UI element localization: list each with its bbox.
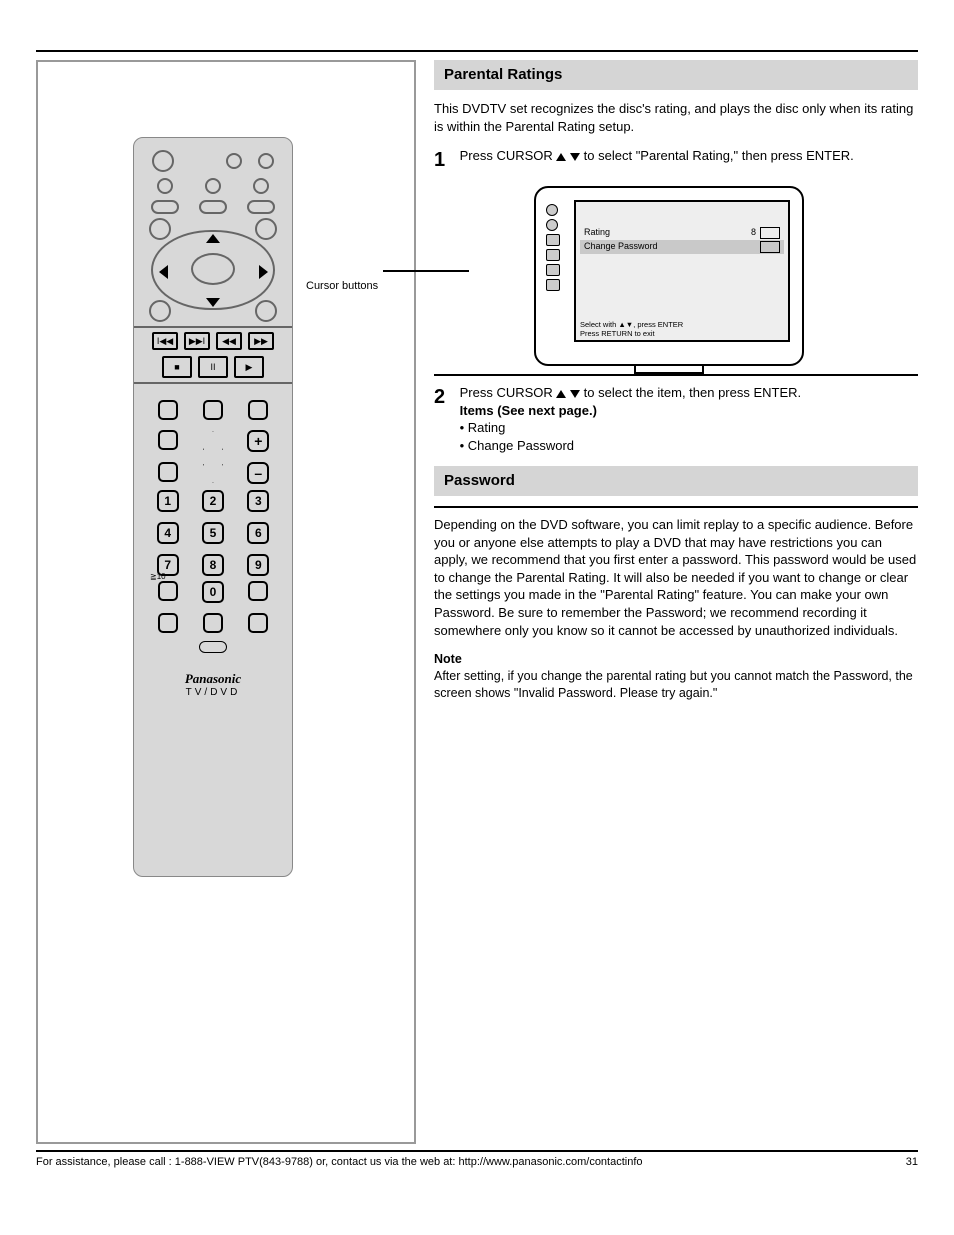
rewind-icon: ◀◀ <box>216 332 242 350</box>
media-controls: I◀◀ ▶▶I ◀◀ ▶▶ ■ II ▶ <box>134 326 292 384</box>
intro-text: This DVDTV set recognizes the disc's rat… <box>434 100 918 135</box>
light-button-icon <box>199 641 227 653</box>
footer-text: For assistance, please call : 1-888-VIEW… <box>36 1156 643 1168</box>
round-button-icon <box>226 153 242 169</box>
menu-icon <box>546 204 558 216</box>
page-number: 31 <box>906 1156 918 1168</box>
skip-next-icon: ▶▶I <box>184 332 210 350</box>
enter-button-icon <box>191 253 235 285</box>
misc-button-icon <box>248 613 268 633</box>
digit-2: 2 <box>202 490 224 512</box>
misc-button-icon <box>203 613 223 633</box>
oval-button-icon <box>151 200 179 214</box>
misc-button-icon <box>158 613 178 633</box>
cursor-up-icon <box>206 234 220 243</box>
digit-8: 8 <box>202 554 224 576</box>
step-2-text: Press CURSOR to select the item, then pr… <box>460 384 918 454</box>
sub-brand-label: TV/DVD <box>144 687 282 698</box>
oval-button-icon <box>199 200 227 214</box>
remote-body: Cursor buttons I◀◀ ▶▶I ◀◀ ▶▶ ■ II ▶ <box>133 137 293 877</box>
pause-icon: II <box>198 356 228 378</box>
fast-forward-icon: ▶▶ <box>248 332 274 350</box>
digit-5: 5 <box>202 522 224 544</box>
brand-label: Panasonic <box>144 671 282 687</box>
skip-prev-icon: I◀◀ <box>152 332 178 350</box>
cursor-down-icon <box>570 390 580 398</box>
step-1-text: Press CURSOR to select "Parental Rating,… <box>460 147 918 165</box>
round-button-icon <box>258 153 274 169</box>
tv-row-rating: Rating 8 <box>580 226 784 240</box>
digit-9: 9 <box>247 554 269 576</box>
volume-up-icon: + <box>247 430 269 452</box>
step-2-number: 2 <box>434 384 456 411</box>
volume-down-icon: – <box>247 462 269 484</box>
menu-icon <box>546 249 560 261</box>
oval-button-icon <box>247 200 275 214</box>
note-heading: Note <box>434 651 918 668</box>
misc-button-icon <box>203 400 223 420</box>
tv-row-change-password: Change Password <box>580 240 784 254</box>
misc-button-icon <box>248 581 268 601</box>
tv-help-text: Select with ▲▼, press ENTER Press RETURN… <box>580 320 784 338</box>
round-button-icon <box>205 178 221 194</box>
digit-6: 6 <box>247 522 269 544</box>
misc-button-icon <box>248 400 268 420</box>
step-1-number: 1 <box>434 147 456 174</box>
digit-4: 4 <box>157 522 179 544</box>
remote-illustration: Cursor buttons I◀◀ ▶▶I ◀◀ ▶▶ ■ II ▶ <box>36 60 416 1144</box>
menu-icon <box>546 279 560 291</box>
power-button-icon <box>152 150 174 172</box>
menu-icon <box>546 219 558 231</box>
channel-up-icon <box>202 430 224 452</box>
cursor-up-icon <box>556 390 566 398</box>
play-icon: ▶ <box>234 356 264 378</box>
digit-0: 0 <box>202 581 224 603</box>
round-button-icon <box>253 178 269 194</box>
menu-icon <box>546 264 560 276</box>
digit-3: 3 <box>247 490 269 512</box>
note-body: After setting, if you change the parenta… <box>434 668 918 702</box>
cursor-left-icon <box>159 265 168 279</box>
menu-icon <box>546 234 560 246</box>
stop-icon: ■ <box>162 356 192 378</box>
password-text: Depending on the DVD software, you can l… <box>434 516 918 639</box>
callout-label: Cursor buttons <box>306 280 378 292</box>
misc-button-icon <box>158 430 178 450</box>
gte10-button-icon <box>158 581 178 601</box>
cursor-right-icon <box>259 265 268 279</box>
dpad <box>151 220 275 320</box>
section-password: Password <box>434 466 918 496</box>
cursor-down-icon <box>206 298 220 307</box>
misc-button-icon <box>158 400 178 420</box>
cursor-up-icon <box>556 153 566 161</box>
channel-down-icon <box>202 462 224 484</box>
cursor-down-icon <box>570 153 580 161</box>
tv-screen-illustration: DVD SETUP—Parental Rating Rating 8 Chang… <box>534 186 804 366</box>
misc-button-icon <box>158 462 178 482</box>
digit-1: 1 <box>157 490 179 512</box>
round-button-icon <box>157 178 173 194</box>
section-parental-ratings: Parental Ratings <box>434 60 918 90</box>
